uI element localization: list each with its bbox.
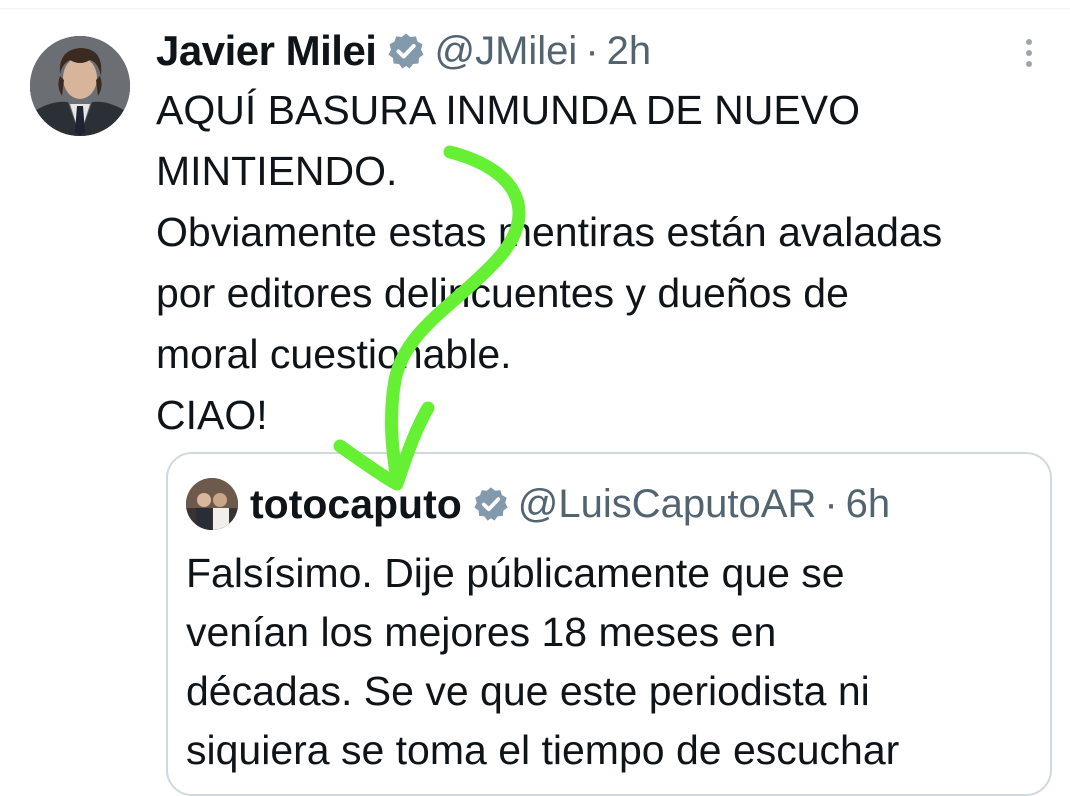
tweet-text: AQUÍ BASURA INMUNDA DE NUEVO MINTIENDO. … [156, 80, 1056, 446]
quoted-tweet-line: siquiera se toma el tiempo de escuchar [186, 727, 900, 773]
author-handle[interactable]: @JMilei [434, 29, 577, 74]
top-divider [0, 8, 1070, 9]
quoted-author-avatar[interactable] [186, 478, 238, 530]
quoted-tweet-header: totocaputo @LuisCaputoAR · 6h [186, 478, 890, 530]
quoted-author-name[interactable]: totocaputo [250, 481, 462, 528]
tweet-line: por editores delincuentes y dueños de [156, 270, 849, 316]
quoted-header-separator: · [824, 481, 838, 526]
more-options-icon[interactable] [1016, 36, 1042, 76]
tweet-line: Obviamente estas mentiras están avaladas [156, 209, 943, 255]
tweet-timestamp[interactable]: 2h [607, 29, 652, 74]
tweet-line: CIAO! [156, 392, 268, 438]
quoted-tweet-line: décadas. Se ve que este periodista ni [186, 668, 870, 714]
quoted-tweet-line: venían los mejores 18 meses en [186, 609, 777, 655]
author-avatar[interactable] [30, 36, 130, 136]
author-avatar-image [30, 36, 130, 136]
verified-badge-icon [472, 485, 510, 523]
quoted-tweet-timestamp[interactable]: 6h [846, 482, 891, 527]
quoted-tweet-card[interactable]: totocaputo @LuisCaputoAR · 6h Falsísimo.… [166, 452, 1052, 796]
quoted-author-handle[interactable]: @LuisCaputoAR [518, 482, 817, 527]
verified-badge-icon [386, 31, 426, 71]
tweet-line: AQUÍ BASURA INMUNDA DE NUEVO [156, 87, 860, 133]
quoted-tweet-text: Falsísimo. Dije públicamente que se vení… [186, 544, 1046, 780]
header-separator: · [585, 28, 599, 73]
tweet-header: Javier Milei @JMilei · 2h [156, 26, 651, 76]
author-name[interactable]: Javier Milei [156, 27, 377, 75]
tweet-line: MINTIENDO. [156, 148, 398, 194]
quoted-tweet-line: Falsísimo. Dije públicamente que se [186, 550, 845, 596]
tweet-line: moral cuestionable. [156, 331, 512, 377]
